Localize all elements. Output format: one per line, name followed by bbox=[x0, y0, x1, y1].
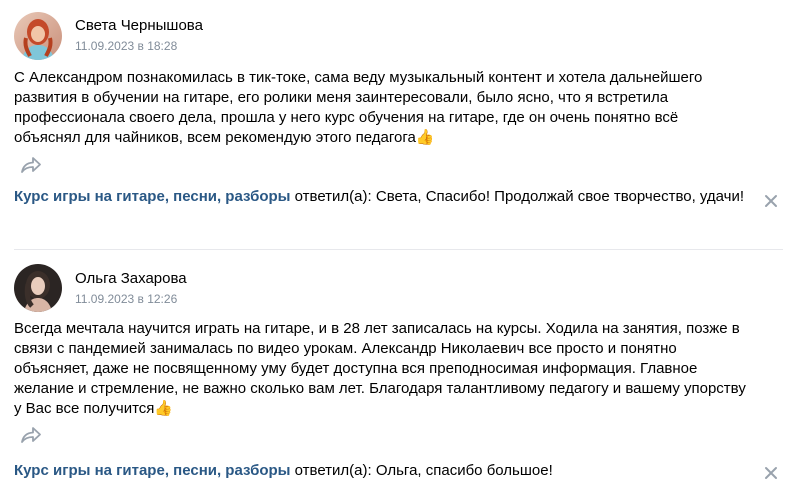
reply-text: Света, Спасибо! Продолжай свое творчеств… bbox=[375, 188, 745, 205]
share-icon[interactable] bbox=[20, 156, 42, 174]
reply: Курс игры на гитаре, песни, разборы отве… bbox=[14, 187, 749, 207]
close-icon[interactable] bbox=[763, 193, 779, 209]
thumbs-up-emoji: 👍 bbox=[154, 400, 174, 417]
review-author[interactable]: Света Чернышова bbox=[75, 17, 203, 34]
reply-text: Ольга, спасибо большое! bbox=[375, 462, 553, 479]
review-text: Всегда мечтала научится играть на гитаре… bbox=[14, 319, 749, 419]
thumbs-up-emoji: 👍 bbox=[415, 129, 435, 146]
reply-verb: ответил(а): bbox=[290, 462, 376, 479]
reply: Курс игры на гитаре, песни, разборы отве… bbox=[14, 461, 749, 481]
review-text-body: Всегда мечтала научится играть на гитаре… bbox=[14, 320, 746, 417]
review-date[interactable]: 11.09.2023 в 12:26 bbox=[75, 292, 177, 306]
review-date[interactable]: 11.09.2023 в 18:28 bbox=[75, 39, 177, 53]
review-author[interactable]: Ольга Захарова bbox=[75, 270, 187, 287]
avatar[interactable] bbox=[14, 12, 62, 60]
share-icon[interactable] bbox=[20, 426, 42, 444]
avatar[interactable] bbox=[14, 264, 62, 312]
review-text-body: С Александром познакомилась в тик-токе, … bbox=[14, 69, 703, 146]
reply-author-link[interactable]: Курс игры на гитаре, песни, разборы bbox=[14, 462, 290, 479]
close-icon[interactable] bbox=[763, 465, 779, 481]
review-item: Ольга Захарова 11.09.2023 в 12:26 Всегда… bbox=[0, 250, 788, 497]
review-item: Света Чернышова 11.09.2023 в 18:28 С Але… bbox=[0, 0, 788, 250]
reply-author-link[interactable]: Курс игры на гитаре, песни, разборы bbox=[14, 188, 290, 205]
reply-verb: ответил(а): bbox=[290, 188, 376, 205]
review-text: С Александром познакомилась в тик-токе, … bbox=[14, 68, 749, 148]
